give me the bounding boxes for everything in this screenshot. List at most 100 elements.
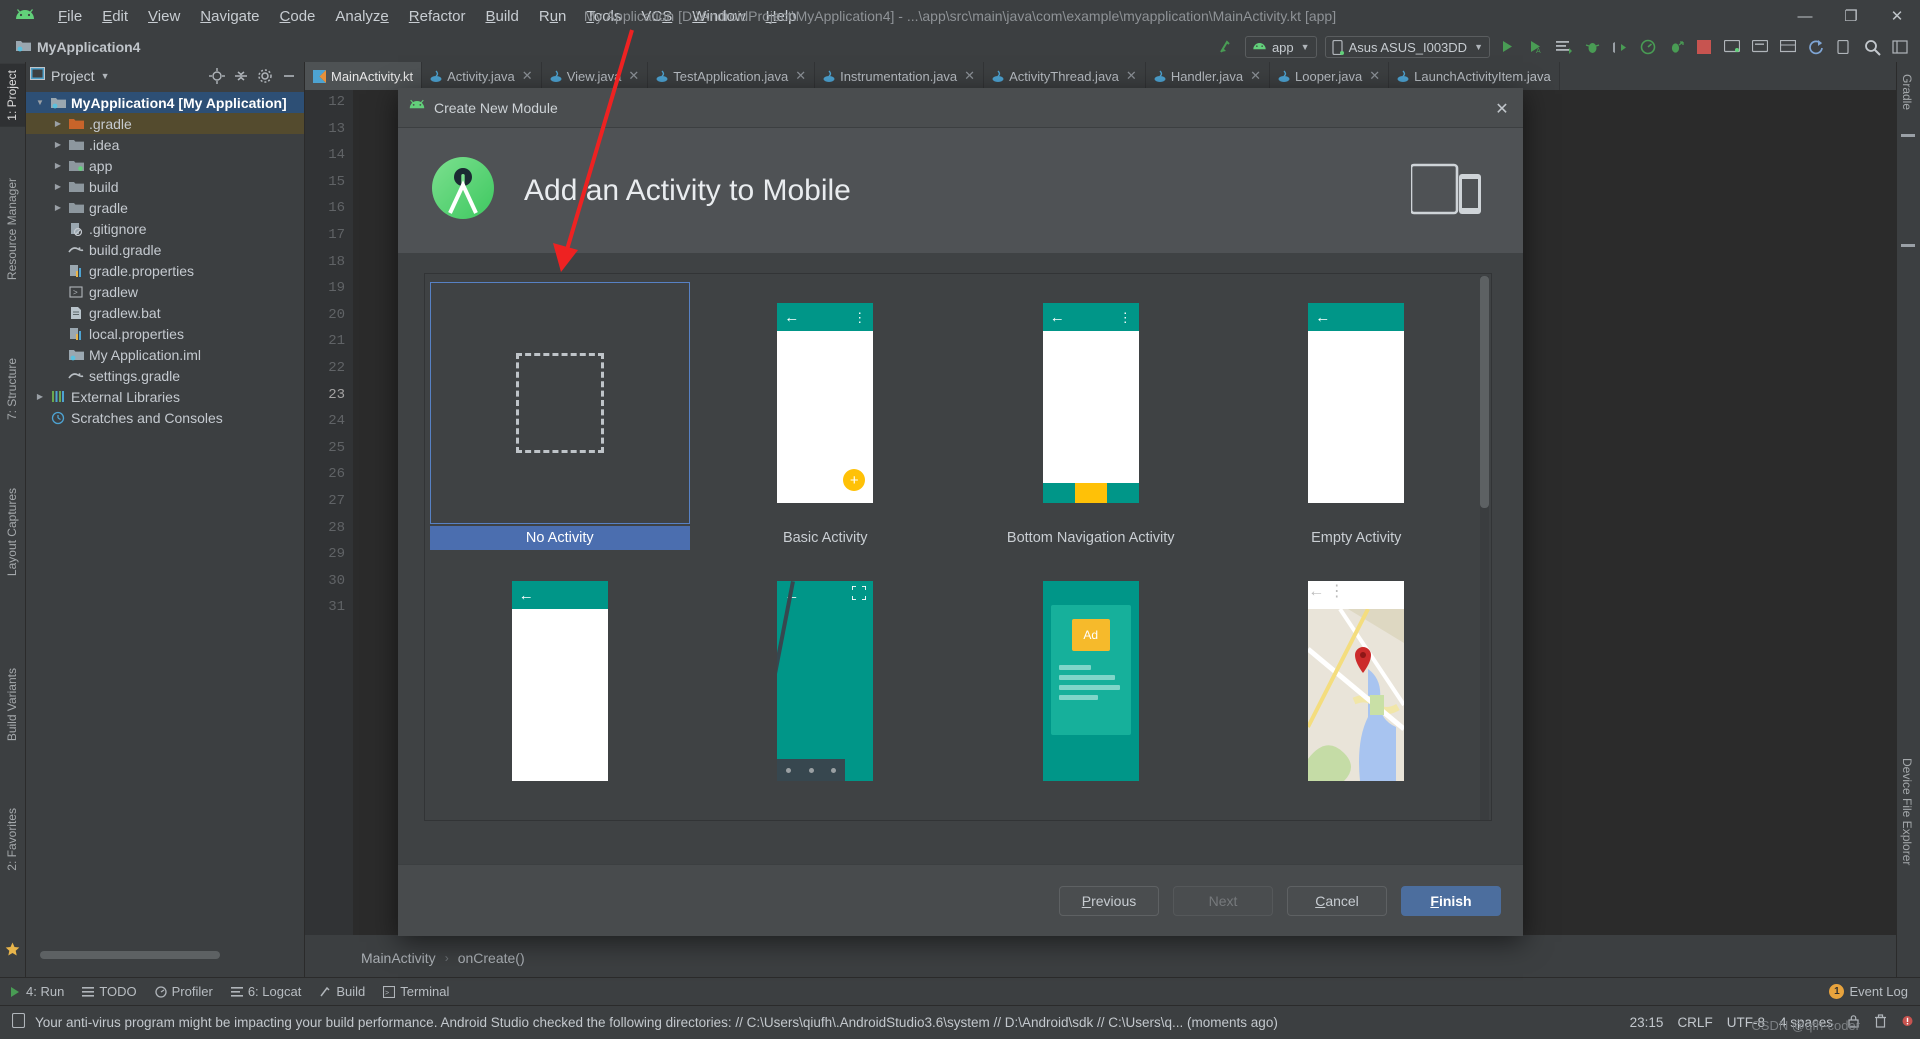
expand-arrow-icon[interactable]: ▶ [50,119,66,128]
close-tab-icon[interactable]: ✕ [795,68,806,84]
sdk-manager-icon[interactable] [1747,35,1773,59]
menu-item-file[interactable]: File [48,5,92,28]
sidebar-item-layout-captures[interactable]: Layout Captures [0,482,25,582]
maximize-button[interactable]: ❐ [1828,0,1874,32]
tree-row-gradlew-bat[interactable]: gradlew.bat [26,302,304,323]
template-empty-activity[interactable]: ← Empty Activity [1224,276,1490,550]
tree-row-settings-gradle[interactable]: settings.gradle [26,365,304,386]
close-tab-icon[interactable]: ✕ [964,68,975,84]
editor-tab-mainactivity[interactable]: MainActivity.kt [305,62,423,90]
project-horizontal-scrollbar[interactable] [40,951,220,959]
editor-tab-activity-java[interactable]: Activity.java ✕ [422,62,542,90]
bookmark-star-icon[interactable] [5,942,20,962]
next-button[interactable]: Next [1173,885,1273,916]
settings-gear-icon[interactable] [1887,35,1913,59]
layout-inspector-icon[interactable] [1775,35,1801,59]
cancel-button[interactable]: Cancel [1287,885,1387,916]
bottom-tab-logcat[interactable]: 6: Logcat [222,980,311,1004]
sidebar-item-resource-manager[interactable]: Resource Manager [0,172,25,286]
tree-row-iml[interactable]: My Application.iml [26,344,304,365]
device-file-explorer-icon[interactable] [1831,35,1857,59]
attach-debugger-icon[interactable] [1607,35,1633,59]
line-separator[interactable]: CRLF [1677,1015,1712,1030]
template-fullscreen-plain[interactable]: ← [427,550,693,820]
sidebar-item-project[interactable]: 1: Project [0,64,25,127]
expand-arrow-icon[interactable]: ▶ [32,392,48,401]
sidebar-item-build-variants[interactable]: Build Variants [0,662,25,747]
sidebar-item-device-file-explorer[interactable]: Device File Explorer [1896,752,1918,871]
close-tab-icon[interactable]: ✕ [522,68,533,84]
stop-button-icon[interactable] [1691,35,1717,59]
minimize-right-panel-icon[interactable] [1901,302,1917,318]
close-tab-icon[interactable]: ✕ [1250,68,1261,84]
breadcrumb-class[interactable]: MainActivity [361,950,436,966]
editor-tab-testapplication-java[interactable]: TestApplication.java ✕ [648,62,816,90]
chevron-down-icon[interactable]: ▼ [101,71,110,81]
editor-tab-view-java[interactable]: View.java ✕ [542,62,649,90]
template-gallery[interactable]: No Activity ← ⋮ + Basic Activity ← ⋮ Bot… [424,273,1492,821]
dialog-close-icon[interactable]: ✕ [1491,98,1513,120]
expand-arrow-icon[interactable]: ▶ [50,161,66,170]
project-settings-gear-icon[interactable] [254,65,276,87]
menu-item-run[interactable]: Run [529,5,577,28]
expand-arrow-icon[interactable]: ▶ [50,182,66,191]
bottom-tab-terminal[interactable]: > Terminal [374,980,458,1004]
template-basic-activity[interactable]: ← ⋮ + Basic Activity [693,276,959,550]
run-with-coverage-icon[interactable]: A [1523,35,1549,59]
template-bottom-navigation-activity[interactable]: ← ⋮ Bottom Navigation Activity [958,276,1224,550]
profiler-icon[interactable] [1635,35,1661,59]
debug-icon[interactable] [1579,35,1605,59]
tree-row-scratches[interactable]: Scratches and Consoles [26,407,304,428]
previous-button[interactable]: Previous [1059,885,1159,916]
menu-item-navigate[interactable]: Navigate [190,5,269,28]
tree-row-gradle-folder[interactable]: ▶ gradle [26,197,304,218]
bottom-tab-profiler[interactable]: Profiler [146,980,222,1004]
locate-file-icon[interactable] [206,65,228,87]
menu-item-build[interactable]: Build [475,5,528,28]
close-tab-icon[interactable]: ✕ [1126,68,1137,84]
menu-item-code[interactable]: Code [270,5,326,28]
sidebar-item-structure[interactable]: 7: Structure [0,352,25,426]
bottom-tab-build[interactable]: Build [310,980,374,1004]
apply-changes-icon[interactable] [1551,35,1577,59]
bottom-tab-run[interactable]: 4: Run [0,980,73,1004]
menu-item-view[interactable]: View [138,5,190,28]
breadcrumb-method[interactable]: onCreate() [458,950,525,966]
device-selector[interactable]: Asus ASUS_I003DD ▼ [1324,36,1490,58]
sync-project-icon[interactable] [1803,35,1829,59]
expand-arrow-icon[interactable]: ▶ [50,203,66,212]
event-log-button[interactable]: 1 Event Log [1829,984,1908,999]
menu-item-analyze[interactable]: Analyze [325,5,398,28]
avd-manager-icon[interactable] [1719,35,1745,59]
tree-row-build-dir[interactable]: ▶ build [26,176,304,197]
sidebar-item-favorites[interactable]: 2: Favorites [0,802,25,877]
tree-row-gitignore[interactable]: .gitignore [26,218,304,239]
tree-row-gradle-dir[interactable]: ▶ .gradle [26,113,304,134]
caret-position[interactable]: 23:15 [1630,1015,1664,1030]
notification-icon[interactable] [1901,1014,1914,1031]
debug-attach-process-icon[interactable] [1663,35,1689,59]
run-configuration-selector[interactable]: app ▼ [1244,36,1317,58]
editor-tab-activitythread-java[interactable]: ActivityThread.java ✕ [984,62,1146,90]
template-fullscreen-activity[interactable]: ← [693,550,959,820]
editor-tab-handler-java[interactable]: Handler.java ✕ [1146,62,1270,90]
template-no-activity[interactable]: No Activity [427,276,693,550]
expand-arrow-icon[interactable]: ▼ [32,98,48,107]
tree-row-root[interactable]: ▼ MyApplication4 [My Application] [26,92,304,113]
run-button-icon[interactable] [1495,35,1521,59]
editor-tab-instrumentation-java[interactable]: Instrumentation.java ✕ [815,62,985,90]
close-tab-icon[interactable]: ✕ [628,68,639,84]
minimize-button[interactable]: — [1782,0,1828,32]
trash-icon[interactable] [1874,1014,1887,1031]
tree-row-app[interactable]: ▶ app [26,155,304,176]
bottom-tab-todo[interactable]: TODO [73,980,145,1004]
collapse-all-icon[interactable] [230,65,252,87]
close-button[interactable]: ✕ [1874,0,1920,32]
template-maps-activity[interactable]: ← ⋮ [1224,550,1490,820]
close-tab-icon[interactable]: ✕ [1369,68,1380,84]
editor-tab-looper-java[interactable]: Looper.java ✕ [1270,62,1390,90]
sidebar-item-gradle[interactable]: Gradle [1896,68,1918,116]
editor-tab-launchactivityitem-java[interactable]: LaunchActivityItem.java [1389,62,1560,90]
tree-row-idea-dir[interactable]: ▶ .idea [26,134,304,155]
search-everywhere-icon[interactable] [1859,35,1885,59]
